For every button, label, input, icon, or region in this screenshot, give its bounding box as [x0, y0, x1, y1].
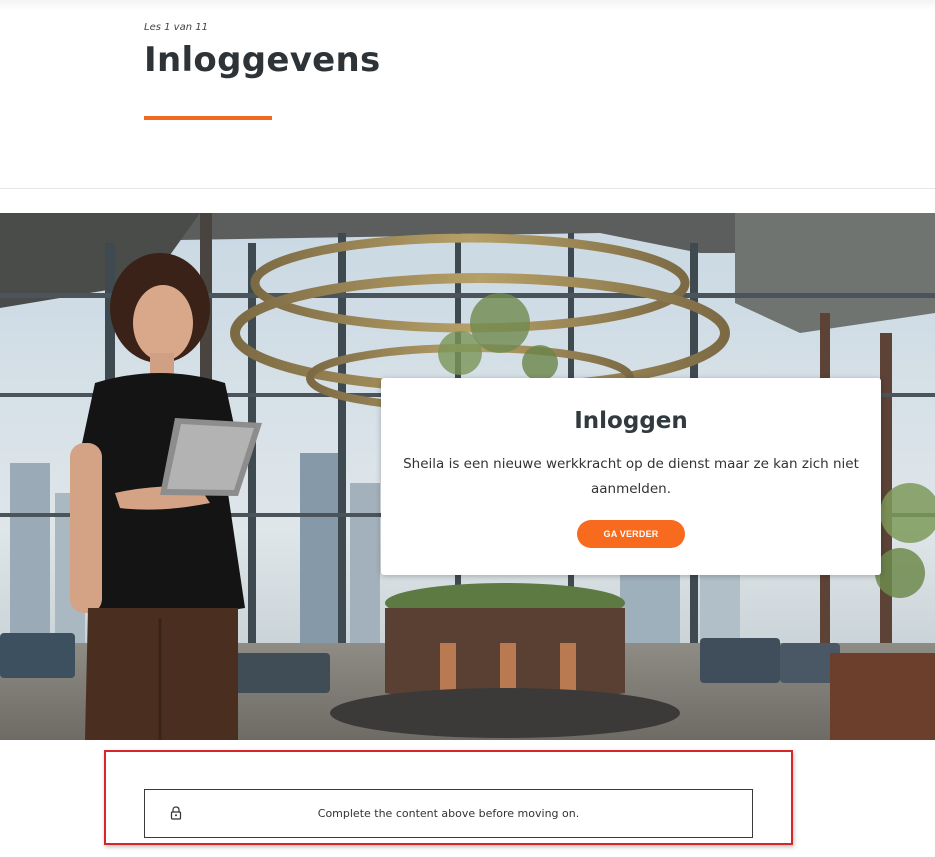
- card-title: Inloggen: [574, 408, 688, 434]
- intro-card: Inloggen Sheila is een nieuwe werkkracht…: [381, 378, 881, 575]
- lesson-title: Inloggevens: [144, 40, 381, 80]
- lock-notice: Complete the content above before moving…: [144, 789, 753, 838]
- hero-section: Inloggen Sheila is een nieuwe werkkracht…: [0, 213, 935, 740]
- continue-button[interactable]: GA VERDER: [577, 520, 685, 548]
- header-divider: [0, 188, 935, 189]
- lesson-counter: Les 1 van 11: [144, 22, 208, 33]
- lock-notice-text: Complete the content above before moving…: [317, 807, 580, 820]
- lesson-page: Les 1 van 11 Inloggevens Inloggen Sheila…: [0, 0, 935, 857]
- card-text: Sheila is een nieuwe werkkracht op de di…: [403, 456, 859, 497]
- title-underline: [144, 116, 272, 120]
- top-shadow: [0, 0, 935, 10]
